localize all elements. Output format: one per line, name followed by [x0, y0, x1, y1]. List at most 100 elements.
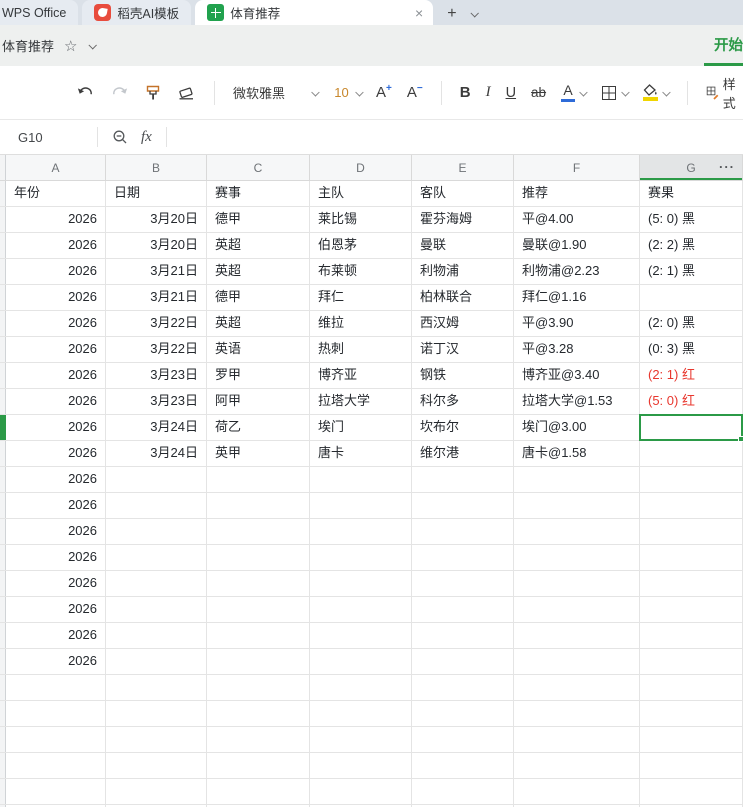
- cell-style-button[interactable]: 样式: [706, 74, 743, 112]
- cell[interactable]: [6, 701, 106, 726]
- cell[interactable]: [207, 649, 310, 674]
- underline-button[interactable]: U: [506, 85, 516, 101]
- cell[interactable]: 客队: [412, 181, 514, 206]
- cell[interactable]: 坎布尔: [412, 415, 514, 440]
- cell[interactable]: [640, 285, 743, 310]
- cell[interactable]: [207, 519, 310, 544]
- cell[interactable]: 平@4.00: [514, 207, 640, 232]
- column-header-B[interactable]: B: [106, 155, 207, 180]
- cell[interactable]: 科尔多: [412, 389, 514, 414]
- undo-icon[interactable]: [76, 85, 95, 101]
- cell[interactable]: 曼联@1.90: [514, 233, 640, 258]
- cell[interactable]: [514, 597, 640, 622]
- font-color-button[interactable]: A: [561, 83, 588, 102]
- cell[interactable]: 维尔港: [412, 441, 514, 466]
- cell[interactable]: [6, 753, 106, 778]
- cell[interactable]: [6, 727, 106, 752]
- cell[interactable]: [106, 571, 207, 596]
- redo-icon[interactable]: [110, 85, 129, 101]
- italic-button[interactable]: I: [486, 84, 491, 101]
- cell[interactable]: 2026: [6, 597, 106, 622]
- cell[interactable]: 2026: [6, 571, 106, 596]
- new-tab-button[interactable]: +: [433, 5, 464, 25]
- cell[interactable]: 钢铁: [412, 363, 514, 388]
- cell[interactable]: 3月20日: [106, 233, 207, 258]
- cell[interactable]: [106, 779, 207, 804]
- cell[interactable]: (2: 1) 黑: [640, 259, 743, 284]
- cell[interactable]: [412, 727, 514, 752]
- cell[interactable]: (2: 2) 黑: [640, 233, 743, 258]
- cell-name-box[interactable]: G10: [0, 130, 97, 145]
- cell[interactable]: 埃门@3.00: [514, 415, 640, 440]
- cell[interactable]: 利物浦: [412, 259, 514, 284]
- cell[interactable]: 平@3.90: [514, 311, 640, 336]
- tab-docer-ai-templates[interactable]: 稻壳AI模板: [82, 0, 192, 25]
- cell[interactable]: 2026: [6, 389, 106, 414]
- cell[interactable]: [514, 779, 640, 804]
- cell[interactable]: 博齐亚: [310, 363, 412, 388]
- cell[interactable]: 拜仁@1.16: [514, 285, 640, 310]
- cell[interactable]: 2026: [6, 363, 106, 388]
- cell[interactable]: [106, 545, 207, 570]
- cell[interactable]: 3月23日: [106, 389, 207, 414]
- strikethrough-button[interactable]: ab: [531, 85, 546, 100]
- cell[interactable]: [106, 597, 207, 622]
- cell[interactable]: 英语: [207, 337, 310, 362]
- cell[interactable]: 3月20日: [106, 207, 207, 232]
- cell[interactable]: [207, 753, 310, 778]
- cell[interactable]: [106, 675, 207, 700]
- cell[interactable]: 拉塔大学: [310, 389, 412, 414]
- cell[interactable]: [514, 727, 640, 752]
- cell[interactable]: 2026: [6, 311, 106, 336]
- cell[interactable]: 德甲: [207, 207, 310, 232]
- cell[interactable]: 平@3.28: [514, 337, 640, 362]
- eraser-icon[interactable]: [177, 85, 196, 101]
- tab-list-chevron-icon[interactable]: [469, 9, 479, 18]
- decrease-font-icon[interactable]: A −: [407, 83, 423, 101]
- cell[interactable]: [207, 779, 310, 804]
- cell[interactable]: 2026: [6, 207, 106, 232]
- cell[interactable]: 3月22日: [106, 311, 207, 336]
- cell[interactable]: [310, 467, 412, 492]
- cell[interactable]: [514, 649, 640, 674]
- cell[interactable]: (2: 1) 红: [640, 363, 743, 388]
- column-header-D[interactable]: D: [310, 155, 412, 180]
- cell[interactable]: [514, 753, 640, 778]
- cell[interactable]: 2026: [6, 467, 106, 492]
- cell[interactable]: [412, 701, 514, 726]
- cell[interactable]: 英超: [207, 259, 310, 284]
- favorite-star-icon[interactable]: ☆: [64, 37, 77, 55]
- cell[interactable]: [207, 623, 310, 648]
- cell[interactable]: [106, 727, 207, 752]
- cell[interactable]: 拉塔大学@1.53: [514, 389, 640, 414]
- cell[interactable]: 德甲: [207, 285, 310, 310]
- cell[interactable]: 柏林联合: [412, 285, 514, 310]
- cell[interactable]: [412, 649, 514, 674]
- cell[interactable]: 主队: [310, 181, 412, 206]
- cell[interactable]: [514, 675, 640, 700]
- cell[interactable]: (2: 0) 黑: [640, 311, 743, 336]
- cell[interactable]: 荷乙: [207, 415, 310, 440]
- cell[interactable]: [514, 493, 640, 518]
- more-columns-icon[interactable]: ···: [719, 159, 735, 174]
- cell[interactable]: [310, 701, 412, 726]
- cell[interactable]: [514, 701, 640, 726]
- cell[interactable]: 3月24日: [106, 415, 207, 440]
- cell[interactable]: 日期: [106, 181, 207, 206]
- cell[interactable]: 罗甲: [207, 363, 310, 388]
- cell[interactable]: [6, 675, 106, 700]
- cell[interactable]: 伯恩茅: [310, 233, 412, 258]
- cell[interactable]: [310, 545, 412, 570]
- cell[interactable]: 2026: [6, 337, 106, 362]
- cell[interactable]: 2026: [6, 649, 106, 674]
- cell[interactable]: [640, 727, 743, 752]
- zoom-out-icon[interactable]: [112, 129, 129, 146]
- column-header-A[interactable]: A: [6, 155, 106, 180]
- cell[interactable]: 3月22日: [106, 337, 207, 362]
- cell[interactable]: 2026: [6, 285, 106, 310]
- cell[interactable]: [640, 623, 743, 648]
- cell[interactable]: 3月23日: [106, 363, 207, 388]
- cell[interactable]: [640, 415, 743, 440]
- cell[interactable]: [106, 701, 207, 726]
- cell[interactable]: [310, 597, 412, 622]
